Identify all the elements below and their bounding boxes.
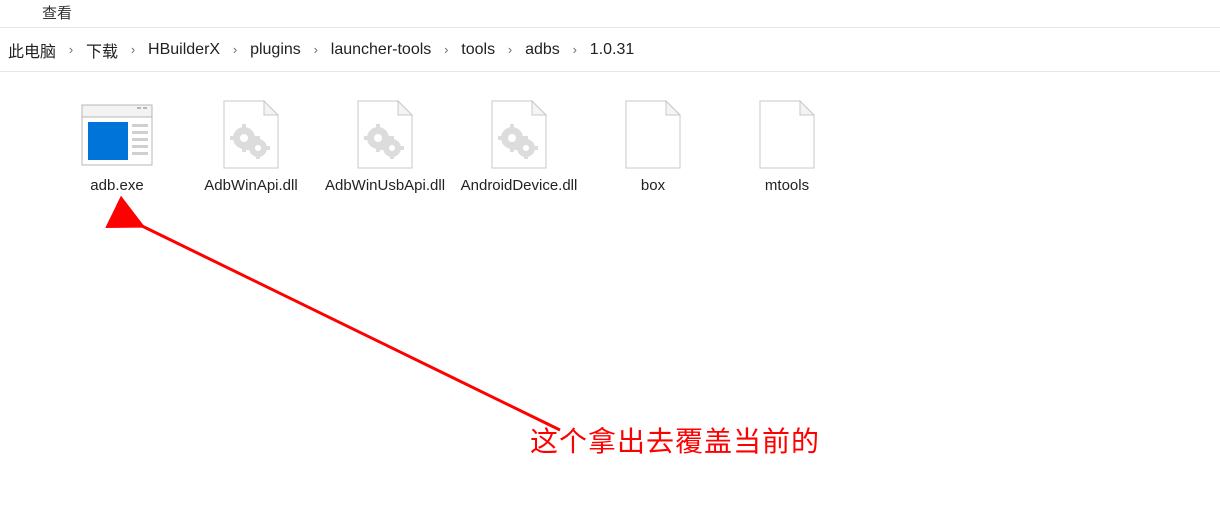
exe-icon bbox=[77, 100, 157, 170]
file-item-androiddevice-dll[interactable]: AndroidDevice.dll bbox=[454, 98, 584, 228]
file-item-adb-exe[interactable]: adb.exe bbox=[52, 98, 182, 228]
breadcrumb-item-launcher-tools[interactable]: launcher-tools bbox=[325, 37, 438, 63]
chevron-right-icon[interactable]: › bbox=[226, 42, 244, 57]
file-label: box bbox=[641, 176, 665, 196]
breadcrumb-item-hbuilderx[interactable]: HBuilderX bbox=[142, 37, 226, 63]
dll-icon bbox=[479, 100, 559, 170]
breadcrumb-item-this-pc[interactable]: 此电脑 bbox=[2, 34, 62, 66]
chevron-right-icon[interactable]: › bbox=[124, 42, 142, 57]
file-item-adbwinusbapi-dll[interactable]: AdbWinUsbApi.dll bbox=[320, 98, 450, 228]
file-item-adbwinapi-dll[interactable]: AdbWinApi.dll bbox=[186, 98, 316, 228]
file-label: mtools bbox=[765, 176, 809, 196]
file-label: AdbWinUsbApi.dll bbox=[325, 176, 445, 196]
file-label: adb.exe bbox=[90, 176, 143, 196]
breadcrumb-item-plugins[interactable]: plugins bbox=[244, 37, 307, 63]
blank-file-icon bbox=[613, 100, 693, 170]
chevron-right-icon[interactable]: › bbox=[501, 42, 519, 57]
dll-icon bbox=[211, 100, 291, 170]
menu-view[interactable]: 查看 bbox=[42, 5, 72, 22]
blank-file-icon bbox=[747, 100, 827, 170]
breadcrumb-item-version[interactable]: 1.0.31 bbox=[584, 37, 640, 63]
chevron-right-icon[interactable]: › bbox=[437, 42, 455, 57]
chevron-right-icon[interactable]: › bbox=[62, 42, 80, 57]
file-label: AdbWinApi.dll bbox=[204, 176, 297, 196]
file-grid: adb.exe bbox=[50, 94, 1208, 232]
breadcrumb-item-tools[interactable]: tools bbox=[455, 37, 501, 63]
file-item-box[interactable]: box bbox=[588, 98, 718, 228]
file-item-mtools[interactable]: mtools bbox=[722, 98, 852, 228]
file-label: AndroidDevice.dll bbox=[461, 176, 578, 196]
breadcrumb-item-downloads[interactable]: 下载 bbox=[80, 34, 124, 66]
breadcrumb-item-adbs[interactable]: adbs bbox=[519, 37, 566, 63]
file-pane[interactable]: adb.exe bbox=[0, 72, 1220, 526]
dll-icon bbox=[345, 100, 425, 170]
menu-bar: 查看 bbox=[0, 0, 1220, 28]
chevron-right-icon[interactable]: › bbox=[307, 42, 325, 57]
chevron-right-icon[interactable]: › bbox=[566, 42, 584, 57]
breadcrumb: 此电脑 › 下载 › HBuilderX › plugins › launche… bbox=[0, 28, 1220, 72]
